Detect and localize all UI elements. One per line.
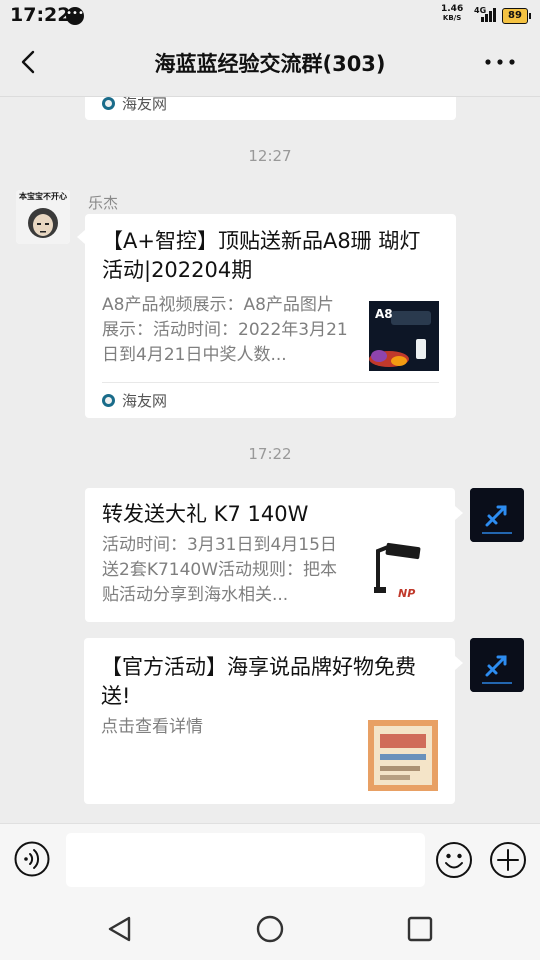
card-thumbnail: A8 [369, 301, 439, 371]
thumbnail-image [368, 720, 438, 791]
timestamp: 17:22 [248, 445, 292, 463]
system-nav-bar [0, 899, 540, 960]
card-source: 海友网 [102, 97, 439, 114]
voice-icon[interactable] [14, 841, 50, 877]
timestamp: 12:27 [248, 147, 292, 165]
emoji-smile-icon[interactable] [435, 841, 473, 879]
card-source-label: 海友网 [122, 97, 168, 113]
card-description: 点击查看详情 [101, 717, 203, 737]
nav-back-triangle-icon[interactable] [105, 914, 135, 944]
nav-home-circle-icon[interactable] [255, 914, 285, 944]
message-input[interactable] [66, 833, 425, 887]
more-dots-icon[interactable] [484, 54, 516, 70]
signal-icon [481, 8, 497, 22]
avatar[interactable] [470, 638, 524, 692]
card-thumbnail: NP [368, 539, 438, 609]
thumbnail-label: NP [398, 587, 416, 600]
message-card[interactable]: 【A+智控】顶贴送新品A8珊 瑚灯活动|202204期 A8产品视频展示：A8产… [85, 214, 456, 418]
input-bar [0, 823, 540, 900]
card-source-label: 海友网 [122, 392, 168, 410]
card-title: 转发送大礼 K7 140W [102, 502, 309, 526]
card-title: 【官方活动】海享说品牌好物免费送! [101, 655, 416, 708]
message-card-partial[interactable]: 海友网 [85, 97, 456, 120]
status-bar: 17:22 ••• 1.46 KB/S 4G 89 [0, 0, 540, 30]
thumbnail-label: A8 [375, 307, 393, 321]
card-source: 海友网 [102, 390, 439, 411]
plus-circle-icon[interactable] [489, 841, 527, 879]
chat-title: 海蓝蓝经验交流群(303) [154, 52, 386, 76]
battery-icon: 89 [502, 8, 531, 24]
avatar[interactable]: 本宝宝不开心 [16, 190, 70, 244]
sender-name: 乐杰 [88, 194, 119, 212]
chat-header: 海蓝蓝经验交流群(303) [0, 30, 540, 97]
battery-level: 89 [508, 10, 522, 21]
avatar-caption: 本宝宝不开心 [19, 192, 67, 201]
network-speed: 1.46 KB/S [441, 5, 463, 23]
chat-bubble-dots-icon: ••• [66, 7, 84, 25]
card-description: 活动时间：3月31日到4月15日送2套K7140W活动规则：把本贴活动分享到海水… [102, 535, 338, 605]
chat-messages[interactable]: 海友网 12:27 本宝宝不开心 乐杰 【A+智控】顶贴送新品A8珊 瑚灯活动|… [0, 97, 540, 823]
nav-recents-square-icon[interactable] [405, 914, 435, 944]
card-thumbnail [368, 720, 438, 791]
status-time: 17:22 [10, 4, 71, 26]
avatar[interactable] [470, 488, 524, 542]
card-title: 【A+智控】顶贴送新品A8珊 瑚灯活动|202204期 [102, 229, 421, 282]
avatar-image [470, 488, 524, 542]
card-description: A8产品视频展示：A8产品图片展示：活动时间：2022年3月21日到4月21日中… [102, 295, 348, 365]
bubble-tail [77, 230, 85, 244]
source-logo-icon [102, 394, 115, 407]
card-divider [102, 382, 439, 383]
message-card[interactable]: 转发送大礼 K7 140W 活动时间：3月31日到4月15日送2套K7140W活… [85, 488, 455, 622]
bubble-tail [455, 656, 463, 670]
bubble-tail [455, 506, 463, 520]
network-speed-unit: KB/S [442, 14, 462, 22]
message-card[interactable]: 【官方活动】海享说品牌好物免费送! 点击查看详情 [84, 638, 455, 804]
network-speed-value: 1.46 [441, 4, 464, 14]
source-logo-icon [102, 97, 115, 110]
avatar-image [470, 638, 524, 692]
